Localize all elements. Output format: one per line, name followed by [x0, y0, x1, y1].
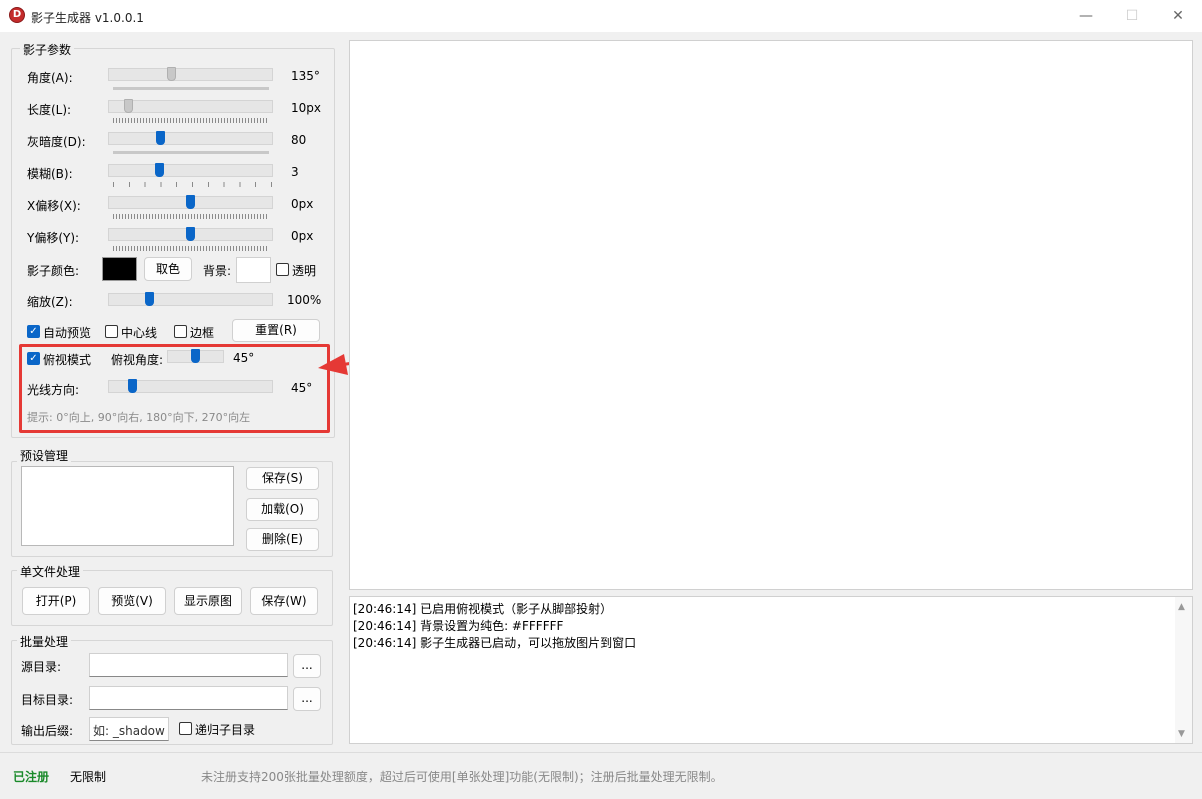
length-label: 长度(L):: [27, 103, 72, 117]
shadow-color-label: 影子颜色:: [27, 264, 80, 278]
presets-title: 预设管理: [17, 447, 72, 464]
suffix-label: 输出后缀:: [21, 724, 74, 738]
preset-load-button[interactable]: 加载(O): [246, 498, 319, 521]
minimize-button[interactable]: —: [1063, 0, 1109, 32]
close-button[interactable]: ✕: [1155, 0, 1201, 32]
light-direction-label: 光线方向:: [27, 383, 80, 397]
suffix-input[interactable]: 如: _shadow: [89, 717, 169, 741]
log-line: [20:46:14] 影子生成器已启动，可以拖放图片到窗口: [353, 636, 637, 650]
transparent-checkbox[interactable]: [276, 263, 289, 276]
blur-slider[interactable]: [108, 164, 273, 177]
zoom-slider[interactable]: [108, 293, 273, 306]
angle-slider[interactable]: [108, 68, 273, 81]
angle-slider-thumb[interactable]: [166, 67, 176, 81]
transparent-label: 透明: [292, 264, 317, 278]
batch-title: 批量处理: [17, 633, 72, 650]
darkness-value: 80: [291, 133, 307, 147]
border-checkbox[interactable]: [174, 325, 187, 338]
license-status: 无限制: [70, 770, 107, 784]
target-browse-button[interactable]: ...: [293, 687, 321, 711]
angle-value: 135°: [291, 69, 320, 83]
scroll-down-icon[interactable]: ▼: [1178, 729, 1185, 739]
border-label: 边框: [190, 326, 215, 340]
center-line-label: 中心线: [121, 326, 158, 340]
blur-label: 模糊(B):: [27, 167, 73, 181]
darkness-slider[interactable]: [108, 132, 273, 145]
blur-value: 3: [291, 165, 299, 179]
recursive-label: 递归子目录: [195, 723, 256, 737]
reset-button[interactable]: 重置(R): [232, 319, 320, 342]
preview-button[interactable]: 预览(V): [98, 587, 166, 615]
center-line-checkbox[interactable]: [105, 325, 118, 338]
angle-label: 角度(A):: [27, 71, 73, 85]
single-file-title: 单文件处理: [17, 563, 84, 580]
light-direction-value: 45°: [291, 381, 313, 395]
preset-delete-button[interactable]: 删除(E): [246, 528, 319, 551]
preview-canvas[interactable]: [349, 40, 1193, 590]
log-line: [20:46:14] 背景设置为纯色: #FFFFFF: [353, 619, 564, 633]
source-dir-label: 源目录:: [21, 660, 62, 674]
preset-list[interactable]: [21, 466, 234, 546]
target-dir-label: 目标目录:: [21, 693, 74, 707]
length-slider-ticks: [113, 118, 269, 123]
shadow-color-swatch[interactable]: [102, 257, 137, 281]
zoom-slider-thumb[interactable]: [145, 292, 155, 306]
source-dir-input[interactable]: [89, 653, 288, 677]
auto-preview-label: 自动预览: [43, 326, 92, 340]
title-bar[interactable]: D 影子生成器 v1.0.0.1 — ☐ ✕: [0, 0, 1202, 32]
blur-slider-thumb[interactable]: [154, 163, 164, 177]
shadow-params-title: 影子参数: [20, 41, 75, 58]
length-slider[interactable]: [108, 100, 273, 113]
offset-y-slider-ticks: [113, 246, 269, 251]
auto-preview-checkbox[interactable]: ✓: [27, 325, 40, 338]
scroll-up-icon[interactable]: ▲: [1178, 602, 1185, 612]
log-scrollbar[interactable]: [1175, 597, 1192, 743]
angle-slider-ticks: [113, 87, 269, 90]
offset-x-label: X偏移(X):: [27, 199, 81, 213]
recursive-checkbox[interactable]: [179, 722, 192, 735]
light-direction-slider-thumb[interactable]: [127, 379, 137, 393]
target-dir-input[interactable]: [89, 686, 288, 710]
source-browse-button[interactable]: ...: [293, 654, 321, 678]
zoom-label: 缩放(Z):: [27, 295, 73, 309]
topdown-angle-slider-thumb[interactable]: [191, 349, 200, 363]
preset-save-button[interactable]: 保存(S): [246, 467, 319, 490]
window-title: 影子生成器 v1.0.0.1: [31, 11, 144, 25]
maximize-button[interactable]: ☐: [1109, 0, 1155, 32]
darkness-slider-ticks: [113, 151, 269, 154]
angle-hint: 提示: 0°向上, 90°向右, 180°向下, 270°向左: [27, 411, 251, 424]
topdown-mode-checkbox[interactable]: ✓: [27, 352, 40, 365]
topdown-angle-value: 45°: [233, 351, 255, 365]
app-logo-icon: D: [9, 7, 25, 23]
offset-x-value: 0px: [291, 197, 314, 211]
zoom-value: 100%: [287, 293, 322, 307]
length-value: 10px: [291, 101, 321, 115]
registration-status: 已注册: [13, 770, 50, 784]
topdown-mode-label: 俯视模式: [43, 353, 92, 367]
offset-x-slider-thumb[interactable]: [186, 195, 195, 209]
save-file-button[interactable]: 保存(W): [250, 587, 318, 615]
log-line: [20:46:14] 已启用俯视模式（影子从脚部投射）: [353, 602, 613, 616]
pick-color-button[interactable]: 取色: [144, 257, 192, 281]
background-color-swatch[interactable]: [236, 257, 271, 283]
offset-y-label: Y偏移(Y):: [27, 231, 80, 245]
blur-slider-ticks: [113, 182, 273, 187]
license-notice: 未注册支持200张批量处理额度，超过后可使用[单张处理]功能(无限制)；注册后批…: [201, 770, 723, 784]
darkness-label: 灰暗度(D):: [27, 135, 86, 149]
topdown-angle-label: 俯视角度:: [111, 353, 164, 367]
length-slider-thumb[interactable]: [123, 99, 133, 113]
darkness-slider-thumb[interactable]: [156, 131, 166, 145]
background-label: 背景:: [203, 264, 232, 278]
offset-x-slider-ticks: [113, 214, 269, 219]
offset-y-slider-thumb[interactable]: [186, 227, 195, 241]
show-original-button[interactable]: 显示原图: [174, 587, 242, 615]
offset-y-value: 0px: [291, 229, 314, 243]
open-file-button[interactable]: 打开(P): [22, 587, 90, 615]
